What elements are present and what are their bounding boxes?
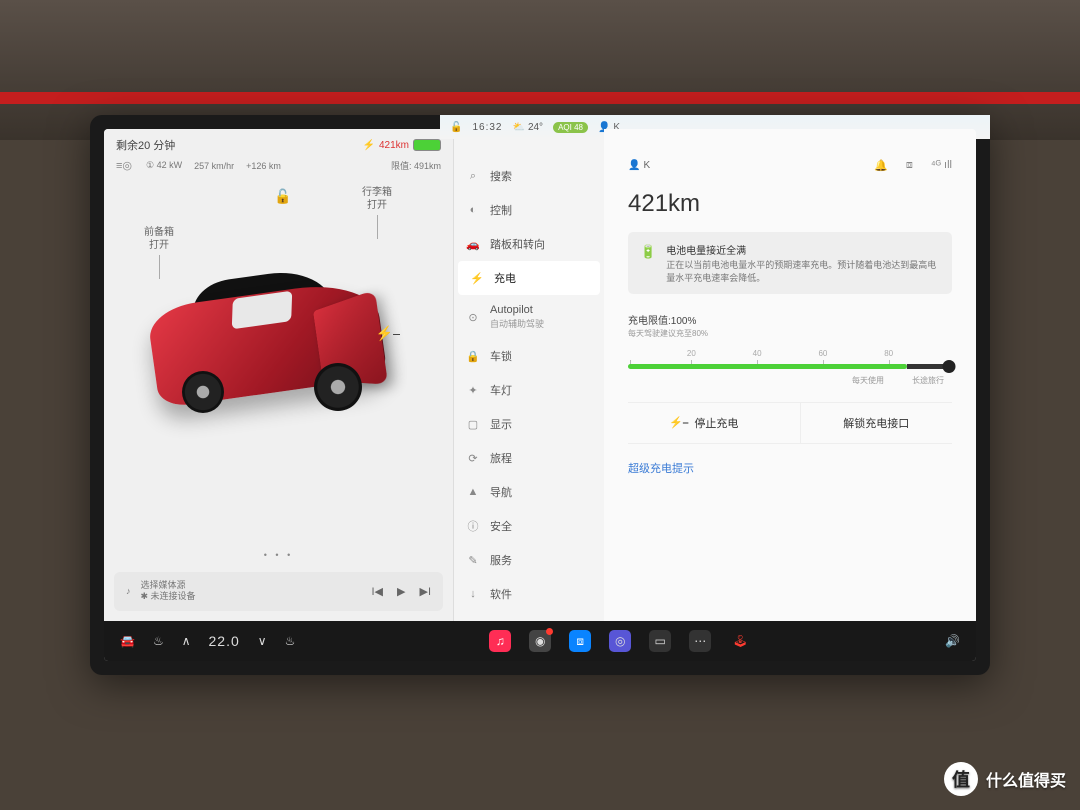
trips-icon: ⟳ — [466, 452, 480, 465]
charge-power: ① 42 kW — [146, 160, 182, 171]
nav-controls[interactable]: ◐控制 — [454, 193, 604, 227]
toggle-icon: ◐ — [466, 204, 480, 216]
dock-music-app[interactable]: ♫ — [489, 630, 511, 652]
dock-camera-app[interactable]: ◎ — [609, 630, 631, 652]
media-next-button[interactable]: ▶I — [419, 585, 431, 598]
dock-temp-up[interactable]: ∨ — [258, 634, 267, 648]
charge-rate: 257 km/hr — [194, 161, 234, 171]
bluetooth-icon[interactable]: ⧈ — [906, 159, 913, 172]
nav-trips[interactable]: ⟳旅程 — [454, 441, 604, 475]
media-play-button[interactable]: ▶ — [397, 585, 405, 598]
watermark-icon: 值 — [944, 762, 978, 796]
download-icon: ↓ — [466, 588, 480, 600]
car-visualization[interactable]: 前备箱打开 🔓 行李箱打开 ⚡⎯ — [104, 178, 453, 544]
time-remaining: 剩余20 分钟 — [116, 137, 175, 153]
slider-label-trip: 长途旅行 — [912, 375, 944, 386]
trunk-button[interactable]: 行李箱打开 — [362, 186, 392, 242]
media-prev-button[interactable]: I◀ — [372, 585, 384, 598]
info-icon: ⓘ — [466, 518, 480, 534]
charging-detail: 👤 K 🔔 ⧈ ⁴ᴳ ıll 421km 🔋 电池电量接近全满 正在以当前电池电… — [604, 129, 976, 621]
info-desc: 正在以当前电池电量水平的预期速率充电。预计随着电池达到最高电量水平充电速率会降低… — [666, 259, 940, 284]
unlock-icon[interactable]: 🔓 — [274, 188, 291, 205]
dock-bluetooth-app[interactable]: ⧈ — [569, 630, 591, 652]
car-icon: 🚗 — [466, 238, 480, 251]
nav-pedals[interactable]: 🚗踏板和转向 — [454, 227, 604, 261]
dock-dashcam-app[interactable]: ◉ — [529, 630, 551, 652]
watermark: 值 什么值得买 — [944, 762, 1066, 796]
search-icon: ⌕ — [466, 170, 480, 183]
charge-info-box: 🔋 电池电量接近全满 正在以当前电池电量水平的预期速率充电。预计随着电池达到最高… — [628, 232, 952, 294]
clock: 16:32 — [472, 129, 502, 133]
charge-limit-slider[interactable]: 20 40 60 80 每天使用 长途旅行 — [628, 349, 952, 386]
dock-more-app[interactable]: ⋯ — [689, 630, 711, 652]
lock-icon: 🔒 — [466, 350, 480, 363]
media-device-label: ✱ 未连接设备 — [141, 591, 362, 603]
page-indicator[interactable]: • • • — [104, 544, 453, 566]
car-render: ⚡⎯ — [142, 253, 402, 423]
dock-phone-app[interactable]: ▭ — [649, 630, 671, 652]
wrench-icon: ✎ — [466, 554, 480, 567]
charge-limit: 限值: 491km — [391, 159, 441, 172]
outside-temp: 24° — [528, 129, 543, 133]
stop-charging-button[interactable]: ⚡⎯停止充电 — [628, 403, 780, 443]
unlock-port-button[interactable]: 解锁充电接口 — [800, 403, 953, 443]
nav-software[interactable]: ↓软件 — [454, 577, 604, 611]
dock-volume-icon[interactable]: 🔊 — [945, 634, 960, 648]
media-player[interactable]: ♪ 选择媒体源 ✱ 未连接设备 I◀ ▶ ▶I — [114, 572, 443, 611]
bell-icon[interactable]: 🔔 — [874, 159, 888, 172]
charge-plug-icon: ⚡⎯ — [376, 325, 400, 342]
supercharger-tips-link[interactable]: 超级充电提示 — [628, 460, 694, 476]
music-note-icon: ♪ — [126, 586, 131, 596]
slider-label-daily: 每天使用 — [852, 375, 884, 386]
nav-icon: ▲ — [466, 486, 480, 498]
touchscreen: 剩余20 分钟 ⚡ 421km ≡◎ ① 42 kW 257 km/hr +12… — [90, 115, 990, 675]
nav-autopilot[interactable]: ⊙Autopilot自动辅助驾驶 — [454, 295, 604, 339]
car-status-panel: 剩余20 分钟 ⚡ 421km ≡◎ ① 42 kW 257 km/hr +12… — [104, 129, 454, 621]
nav-search[interactable]: ⌕搜索 — [454, 159, 604, 193]
media-source-label: 选择媒体源 — [141, 580, 362, 592]
weather-icon: ⛅ — [512, 129, 524, 133]
aqi-badge: AQI 48 — [553, 129, 588, 133]
slider-knob[interactable] — [942, 360, 955, 373]
lock-status-icon[interactable]: 🔓 — [450, 129, 462, 133]
range-value: 421km — [379, 140, 409, 151]
nav-lights[interactable]: ✦车灯 — [454, 373, 604, 407]
bottom-dock: 🚘 ♨ ∧ 22.0 ∨ ♨ ♫ ◉ ⧈ ◎ ▭ ⋯ 🕹 🔊 — [104, 621, 976, 661]
dock-defrost-icon[interactable]: ♨ — [153, 634, 164, 648]
signal-icon: ⁴ᴳ ıll — [931, 159, 952, 172]
charge-limit-title: 充电限值:100% — [628, 312, 952, 327]
dock-seat-icon[interactable]: ♨ — [285, 634, 296, 648]
steering-icon: ⊙ — [466, 311, 480, 324]
dock-car-icon[interactable]: 🚘 — [120, 634, 135, 648]
nav-navigation[interactable]: ▲导航 — [454, 475, 604, 509]
slider-fill — [628, 364, 907, 369]
lights-icon: ✦ — [466, 384, 480, 397]
battery-info-icon: 🔋 — [640, 244, 656, 284]
charge-limit-sub: 每天驾驶建议充至80% — [628, 328, 952, 339]
nav-charging[interactable]: ⚡充电 — [458, 261, 600, 295]
plug-icon: ⚡⎯ — [669, 416, 688, 430]
display-icon: ▢ — [466, 418, 480, 431]
bolt-icon: ⚡ — [470, 272, 484, 285]
nav-display[interactable]: ▢显示 — [454, 407, 604, 441]
range-added: +126 km — [246, 161, 281, 171]
supercharger-icon: ⚡ — [363, 140, 375, 151]
range-big: 421km — [628, 190, 952, 218]
dock-temp-down[interactable]: ∧ — [182, 634, 191, 648]
info-title: 电池电量接近全满 — [666, 242, 940, 257]
headlight-icon: ≡◎ — [116, 159, 132, 172]
nav-locks[interactable]: 🔒车锁 — [454, 339, 604, 373]
nav-safety[interactable]: ⓘ安全 — [454, 509, 604, 543]
battery-icon — [413, 139, 441, 151]
settings-nav: ⌕搜索 ◐控制 🚗踏板和转向 ⚡充电 ⊙Autopilot自动辅助驾驶 🔒车锁 … — [454, 129, 604, 621]
cabin-temp[interactable]: 22.0 — [209, 633, 240, 649]
dock-arcade-app[interactable]: 🕹 — [729, 630, 751, 652]
detail-profile[interactable]: 👤 K — [628, 160, 650, 171]
nav-service[interactable]: ✎服务 — [454, 543, 604, 577]
